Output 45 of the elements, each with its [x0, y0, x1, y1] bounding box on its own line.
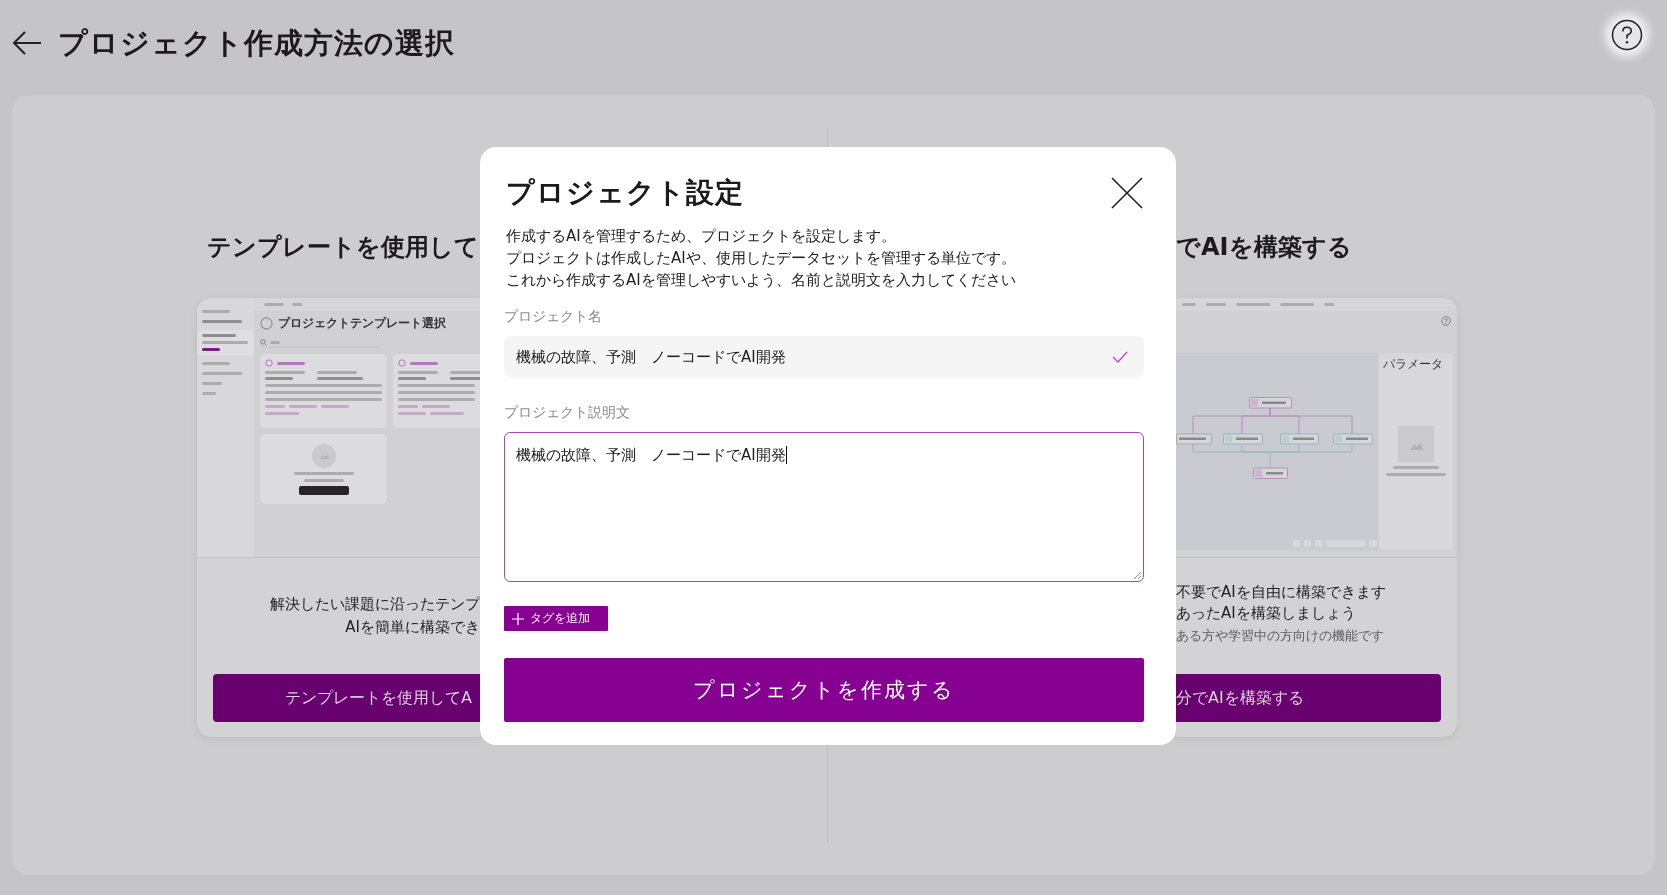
- search-icon: [260, 338, 267, 346]
- card-description: 解決したい課題に沿ったテンプ: [270, 594, 480, 615]
- template-card[interactable]: [260, 354, 387, 428]
- page-title: プロジェクト作成方法の選択: [58, 25, 455, 61]
- image-placeholder-icon: [311, 443, 336, 468]
- dialog-description: 作成するAIを管理するため、プロジェクトを設定します。 プロジェクトは作成したAIや、使用したデータセットを管理する単位です。 これから作成するAIを管理しやすいよう、名前と説明文を入力してください: [506, 226, 1016, 291]
- flow-node[interactable]: [1333, 433, 1373, 445]
- field-label: プロジェクト説明文: [504, 403, 630, 422]
- flow-node[interactable]: [1176, 433, 1212, 445]
- flow-node[interactable]: [1249, 397, 1292, 409]
- field-label: プロジェクト名: [504, 307, 602, 326]
- create-project-button[interactable]: プロジェクトを作成する: [504, 658, 1144, 722]
- preview-button[interactable]: [298, 485, 349, 495]
- card-description: 不要でAIを自由に構築できます: [1176, 582, 1386, 603]
- close-button[interactable]: [1111, 177, 1143, 209]
- project-name-field[interactable]: 機械の故障、予測 ノーコードでAI開発: [504, 336, 1144, 378]
- help-button[interactable]: [1611, 19, 1643, 51]
- card-action-button[interactable]: テンプレートを使用してA: [213, 674, 480, 722]
- ring-icon: [265, 359, 273, 367]
- flow-node[interactable]: [1280, 433, 1319, 445]
- flow-node[interactable]: [1253, 467, 1288, 479]
- back-arrow-icon: [12, 30, 42, 56]
- description-field[interactable]: 機械の故障、予測 ノーコードでAI開発: [504, 432, 1144, 582]
- plus-icon: [512, 612, 524, 625]
- dialog-title: プロジェクト設定: [506, 175, 744, 211]
- section-heading: でAIを構築する: [1176, 232, 1352, 263]
- search-field[interactable]: [260, 337, 380, 348]
- panel-title: パラメータ: [1383, 357, 1443, 372]
- help-icon[interactable]: [1441, 316, 1451, 326]
- ring-icon: [260, 316, 273, 330]
- add-tag-button[interactable]: タグを追加: [504, 606, 608, 631]
- help-icon: [1611, 19, 1643, 51]
- image-placeholder-icon: [1398, 426, 1434, 462]
- resize-handle-icon[interactable]: [1133, 571, 1142, 580]
- card-note: ある方や学習中の方向けの機能です: [1176, 627, 1384, 645]
- back-button[interactable]: [12, 30, 42, 56]
- card-description: AIを簡単に構築でき: [345, 617, 480, 638]
- card-action-button[interactable]: 分でAIを構築する: [1176, 674, 1441, 722]
- ring-icon: [398, 359, 406, 367]
- flow-node[interactable]: [1223, 433, 1263, 445]
- close-icon: [1111, 177, 1143, 209]
- preview-title: プロジェクトテンプレート選択: [278, 315, 446, 331]
- section-heading: テンプレートを使用して: [207, 232, 479, 263]
- card-description: あったAIを構築しましょう: [1176, 603, 1356, 624]
- template-card[interactable]: [393, 354, 480, 428]
